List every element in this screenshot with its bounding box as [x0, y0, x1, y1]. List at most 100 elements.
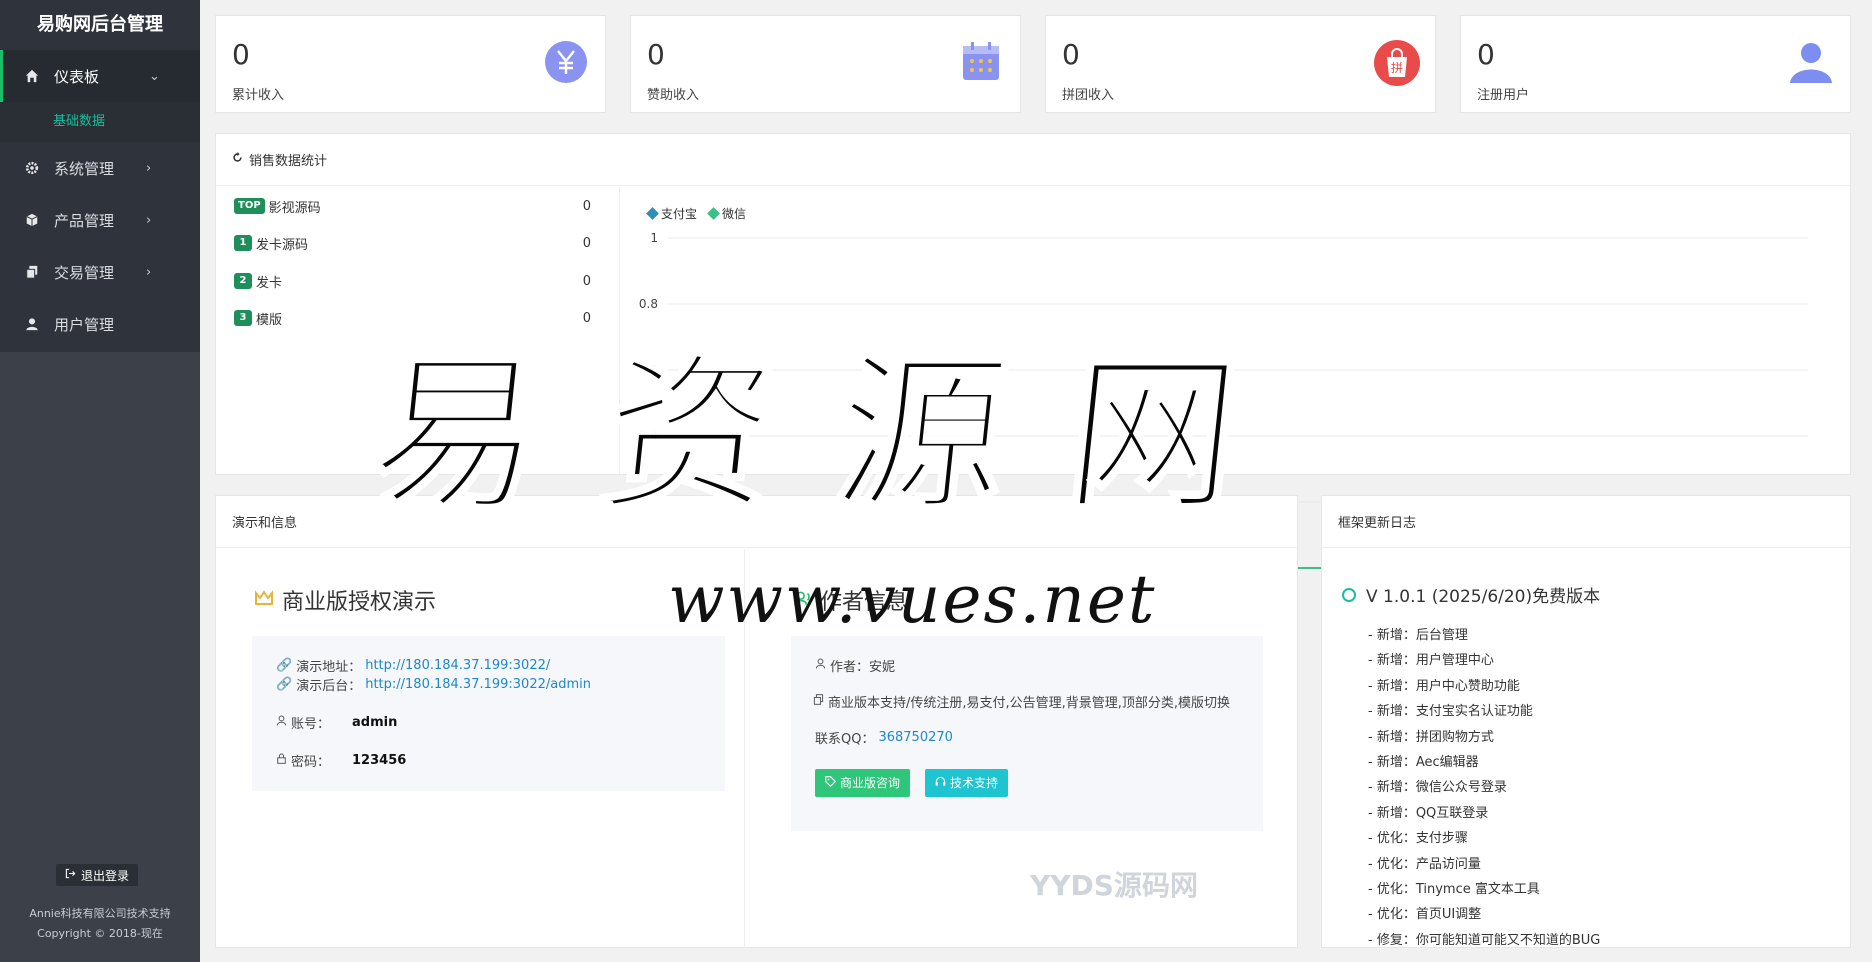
qq-line: 联系QQ： 368750270 — [815, 728, 953, 747]
sidebar-menu: 仪表板 ⌄ 基础数据 系统管理 › 产品管理 › 交易管理 › 用户管理 — [0, 50, 200, 352]
list-item: - 优化：产品访问量 — [1368, 856, 1481, 872]
demo-address-label: 演示地址： — [296, 660, 362, 675]
sidebar: 易购网后台管理 仪表板 ⌄ 基础数据 系统管理 › 产品管理 › 交易管理 › … — [0, 0, 200, 962]
sidebar-item-trades[interactable]: 交易管理 › — [0, 246, 200, 298]
changelog-panel: 框架更新日志 V 1.0.1 (2025/6/20)免费版本 - 新增：后台管理… — [1321, 495, 1851, 948]
stat-value: 0 — [647, 38, 665, 71]
chevron-right-icon: › — [146, 160, 152, 176]
y-tick-label: 1 — [650, 231, 658, 245]
stat-card-registered-users: 0 注册用户 — [1460, 15, 1851, 113]
business-consult-button[interactable]: 商业版咨询 — [815, 769, 911, 797]
author-info-box: 作者：安妮 商业版本支持/传统注册,易支付,公告管理,背景管理,顶部分类,模版切… — [791, 636, 1263, 831]
copy-icon — [813, 694, 824, 709]
version-heading: V 1.0.1 (2025/6/20)免费版本 — [1342, 582, 1600, 607]
list-item: 1 发卡源码 0 — [234, 233, 591, 253]
tag-icon — [825, 769, 837, 797]
sidebar-item-system[interactable]: 系统管理 › — [0, 142, 200, 194]
product-count: 0 — [582, 310, 591, 326]
stat-label: 赞助收入 — [647, 88, 700, 103]
list-item: TOP 影视源码 0 — [234, 196, 591, 216]
sidebar-item-dashboard[interactable]: 仪表板 ⌄ — [0, 50, 200, 102]
list-item: 2 发卡 0 — [234, 271, 591, 291]
chevron-right-icon: › — [146, 212, 152, 228]
home-icon — [24, 68, 40, 84]
watermark-big: 易资源网 — [360, 334, 1312, 537]
sidebar-item-products[interactable]: 产品管理 › — [0, 194, 200, 246]
rank-badge: 3 — [234, 310, 252, 326]
sidebar-item-label: 用户管理 — [54, 315, 115, 334]
features-text: 商业版本支持/传统注册,易支付,公告管理,背景管理,顶部分类,模版切换 — [828, 696, 1231, 711]
list-item: - 新增：后台管理 — [1368, 628, 1468, 643]
list-item: - 新增：QQ互联登录 — [1368, 805, 1489, 821]
demo-credentials-box: 🔗 演示地址： http://180.184.37.199:3022/ 🔗 演示… — [252, 636, 725, 791]
demo-address-link[interactable]: http://180.184.37.199:3022/ — [365, 658, 550, 673]
product-name: 发卡源码 — [256, 237, 309, 253]
list-item: - 优化：Tinymce 富文本工具 — [1368, 881, 1540, 897]
demo-panel-title: 演示和信息 — [232, 516, 298, 531]
list-item: - 新增：微信公众号登录 — [1368, 780, 1507, 796]
group-buy-char: 拼 — [1391, 61, 1403, 75]
sales-panel-title: 销售数据统计 — [249, 154, 328, 169]
watermark-yyds: YYDS源码网 — [1030, 869, 1198, 902]
account-label: 账号： — [291, 717, 331, 732]
link-icon: 🔗 — [276, 658, 293, 673]
chevron-down-icon: ⌄ — [149, 68, 160, 84]
list-item: - 新增：用户中心赞助功能 — [1368, 678, 1520, 694]
rank-badge: TOP — [234, 198, 265, 214]
list-item: - 修复：你可能知道可能又不知道的BUG — [1368, 932, 1601, 948]
tech-support-button[interactable]: 技术支持 — [925, 769, 1009, 797]
list-item: 3 模版 0 — [234, 308, 591, 328]
author-text: 作者：安妮 — [830, 660, 896, 675]
list-item: - 新增：Aec编辑器 — [1368, 754, 1479, 770]
crown-icon — [254, 588, 274, 613]
demo-admin-line: 🔗 演示后台： http://180.184.37.199:3022/admin — [276, 675, 591, 694]
headset-icon — [935, 769, 946, 797]
support-text: Annie科技有限公司技术支持 — [29, 907, 171, 920]
account-value: admin — [352, 715, 398, 730]
sales-panel-header: 销售数据统计 — [216, 134, 1850, 186]
yuan-icon — [543, 39, 589, 85]
y-tick-label: 0.8 — [639, 297, 658, 311]
stat-value: 0 — [1477, 38, 1495, 71]
demo-address-line: 🔗 演示地址： http://180.184.37.199:3022/ — [276, 656, 550, 675]
sidebar-item-users[interactable]: 用户管理 — [0, 298, 200, 350]
logout-button[interactable]: 退出登录 — [56, 864, 138, 886]
list-item: - 优化：支付步骤 — [1368, 831, 1468, 847]
stat-label: 注册用户 — [1477, 88, 1530, 103]
business-consult-label: 商业版咨询 — [840, 776, 901, 790]
list-item: - 优化：首页UI调整 — [1368, 907, 1482, 923]
stat-value: 0 — [1062, 38, 1080, 71]
product-count: 0 — [582, 235, 591, 251]
changelog-panel-title: 框架更新日志 — [1338, 516, 1417, 531]
user-icon — [1788, 39, 1834, 85]
copy-icon — [24, 264, 40, 280]
user-icon — [815, 658, 826, 673]
password-label: 密码： — [291, 755, 331, 770]
product-name: 影视源码 — [268, 200, 321, 216]
logout-icon — [65, 868, 76, 882]
stat-card-group-income: 0 拼团收入 拼 — [1045, 15, 1436, 113]
stat-label: 累计收入 — [232, 88, 285, 103]
stat-label: 拼团收入 — [1062, 88, 1115, 103]
password-value: 123456 — [352, 753, 407, 768]
product-count: 0 — [582, 198, 591, 214]
changelog-list: - 新增：后台管理 - 新增：用户管理中心 - 新增：用户中心赞助功能 - 新增… — [1368, 624, 1600, 954]
shopping-bag-icon: 拼 — [1373, 39, 1420, 86]
user-icon — [276, 715, 287, 730]
demo-title-text: 商业版授权演示 — [282, 590, 437, 615]
rank-badge: 1 — [234, 235, 252, 251]
refresh-icon — [232, 152, 243, 167]
sidebar-subitem-basic-data[interactable]: 基础数据 — [0, 102, 200, 142]
stat-card-sponsor-income: 0 赞助收入 — [630, 15, 1021, 113]
link-icon: 🔗 — [276, 677, 293, 692]
chevron-right-icon: › — [146, 264, 152, 280]
qq-link[interactable]: 368750270 — [878, 730, 952, 745]
watermark-url: www.vues.net — [668, 561, 1157, 638]
product-name: 模版 — [256, 312, 283, 328]
demo-admin-link[interactable]: http://180.184.37.199:3022/admin — [365, 677, 591, 692]
version-text: V 1.0.1 (2025/6/20)免费版本 — [1366, 587, 1601, 607]
sidebar-item-label: 交易管理 — [54, 263, 115, 282]
features-line: 商业版本支持/传统注册,易支付,公告管理,背景管理,顶部分类,模版切换 — [813, 692, 1230, 711]
qq-label: 联系QQ： — [815, 732, 875, 747]
product-count: 0 — [582, 273, 591, 289]
